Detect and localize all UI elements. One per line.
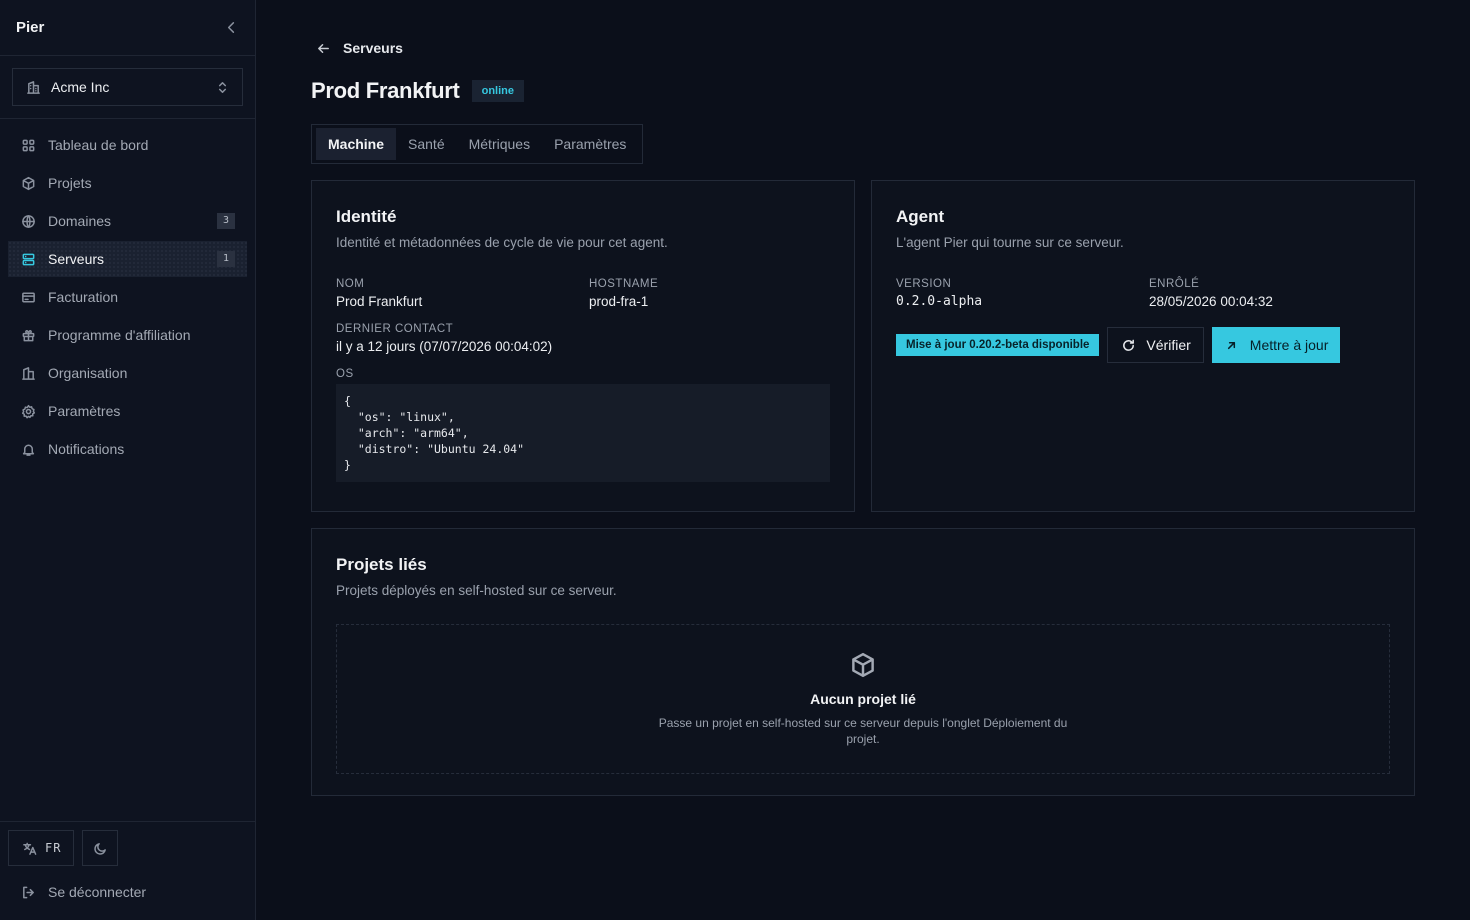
globe-icon xyxy=(20,213,36,229)
sidebar-item-label: Programme d'affiliation xyxy=(48,327,191,343)
page-header: Prod Frankfurt online xyxy=(311,78,524,104)
logout-button[interactable]: Se déconnecter xyxy=(8,872,247,912)
arrow-up-right-icon xyxy=(1224,337,1240,353)
sidebar-item-billing[interactable]: Facturation xyxy=(8,279,247,315)
enrolled-value: 28/05/2026 00:04:32 xyxy=(1149,294,1273,309)
back-link[interactable]: Serveurs xyxy=(315,40,403,56)
sidebar-footer: FR Se déconnecter xyxy=(0,821,255,920)
update-label: Mettre à jour xyxy=(1249,337,1329,353)
theme-toggle-button[interactable] xyxy=(82,830,119,866)
logout-label: Se déconnecter xyxy=(48,884,147,900)
update-button[interactable]: Mettre à jour xyxy=(1211,327,1341,363)
status-badge: online xyxy=(471,80,524,102)
hostname-label: HOSTNAME xyxy=(589,278,659,290)
os-code-block: { "os": "linux", "arch": "arm64", "distr… xyxy=(336,384,830,482)
translate-icon xyxy=(21,840,37,856)
org-switcher[interactable]: Acme Inc xyxy=(12,68,243,106)
identity-card: Identité Identité et métadonnées de cycl… xyxy=(311,180,855,512)
building-icon xyxy=(20,365,36,381)
tab-machine[interactable]: Machine xyxy=(316,128,397,160)
gift-icon xyxy=(20,327,36,343)
building-icon xyxy=(25,79,41,95)
name-label: NOM xyxy=(336,278,365,290)
linked-projects-card: Projets liés Projets déployés en self-ho… xyxy=(311,528,1415,796)
sidebar-item-settings[interactable]: Paramètres xyxy=(8,393,247,429)
verify-button[interactable]: Vérifier xyxy=(1107,327,1204,363)
hostname-value: prod-fra-1 xyxy=(589,294,649,309)
sidebar-item-label: Notifications xyxy=(48,441,125,457)
version-label: VERSION xyxy=(896,278,952,290)
org-name: Acme Inc xyxy=(51,79,110,95)
sidebar-item-label: Paramètres xyxy=(48,403,121,419)
sidebar-item-organization[interactable]: Organisation xyxy=(8,355,247,391)
refresh-icon xyxy=(1120,337,1136,353)
agent-description: L'agent Pier qui tourne sur ce serveur. xyxy=(896,235,1124,250)
sidebar-item-projects[interactable]: Projets xyxy=(8,165,247,201)
agent-title: Agent xyxy=(896,207,945,226)
os-label: OS xyxy=(336,368,354,380)
tab-metrics[interactable]: Métriques xyxy=(457,128,542,160)
last-contact-label: DERNIER CONTACT xyxy=(336,323,454,335)
grid-icon xyxy=(20,137,36,153)
gear-icon xyxy=(20,403,36,419)
name-value: Prod Frankfurt xyxy=(336,294,423,309)
empty-state-title: Aucun projet lié xyxy=(810,691,916,707)
language-button[interactable]: FR xyxy=(8,830,75,866)
sidebar-item-label: Domaines xyxy=(48,213,112,229)
language-label: FR xyxy=(45,841,62,855)
box-icon xyxy=(20,175,36,191)
sidebar-item-notifications[interactable]: Notifications xyxy=(8,431,247,467)
version-value: 0.2.0-alpha xyxy=(896,294,983,309)
sidebar-item-label: Tableau de bord xyxy=(48,137,149,153)
identity-title: Identité xyxy=(336,207,397,226)
logout-icon xyxy=(20,884,36,900)
update-available-badge: Mise à jour 0.20.2-beta disponible xyxy=(896,334,1100,356)
sidebar-item-domains[interactable]: Domaines 3 xyxy=(8,203,247,239)
chevron-up-down-icon xyxy=(214,79,230,95)
bell-icon xyxy=(20,441,36,457)
empty-state-text: Passe un projet en self-hosted sur ce se… xyxy=(658,716,1068,746)
server-count-badge: 1 xyxy=(216,251,235,267)
chevron-left-icon[interactable] xyxy=(223,20,239,36)
last-contact-value: il y a 12 jours (07/07/2026 00:04:02) xyxy=(336,339,553,354)
back-label: Serveurs xyxy=(343,40,403,56)
sidebar: Pier Acme Inc Tableau de bord Projets Do… xyxy=(0,0,256,920)
verify-label: Vérifier xyxy=(1146,337,1191,353)
box-icon xyxy=(848,651,878,679)
sidebar-item-servers[interactable]: Serveurs 1 xyxy=(8,241,247,277)
projects-title: Projets liés xyxy=(336,555,427,574)
projects-description: Projets déployés en self-hosted sur ce s… xyxy=(336,583,617,598)
sidebar-header: Pier xyxy=(0,0,255,56)
server-icon xyxy=(20,251,36,267)
tab-bar: Machine Santé Métriques Paramètres xyxy=(311,124,644,164)
moon-icon xyxy=(92,840,108,856)
sidebar-item-label: Facturation xyxy=(48,289,119,305)
empty-state: Aucun projet lié Passe un projet en self… xyxy=(336,624,1390,774)
sidebar-nav: Tableau de bord Projets Domaines 3 Serve… xyxy=(0,119,255,477)
identity-description: Identité et métadonnées de cycle de vie … xyxy=(336,235,668,250)
sidebar-item-label: Projets xyxy=(48,175,92,191)
sidebar-item-dashboard[interactable]: Tableau de bord xyxy=(8,127,247,163)
sidebar-item-label: Organisation xyxy=(48,365,128,381)
tab-settings[interactable]: Paramètres xyxy=(542,128,638,160)
page-title: Prod Frankfurt xyxy=(311,78,460,103)
domain-count-badge: 3 xyxy=(216,213,235,229)
brand-name: Pier xyxy=(16,19,45,36)
credit-card-icon xyxy=(20,289,36,305)
agent-card: Agent L'agent Pier qui tourne sur ce ser… xyxy=(871,180,1415,512)
enrolled-label: ENRÔLÉ xyxy=(1149,278,1200,290)
tab-health[interactable]: Santé xyxy=(396,128,457,160)
sidebar-item-label: Serveurs xyxy=(48,251,105,267)
arrow-left-icon xyxy=(315,40,331,56)
sidebar-item-affiliate[interactable]: Programme d'affiliation xyxy=(8,317,247,353)
